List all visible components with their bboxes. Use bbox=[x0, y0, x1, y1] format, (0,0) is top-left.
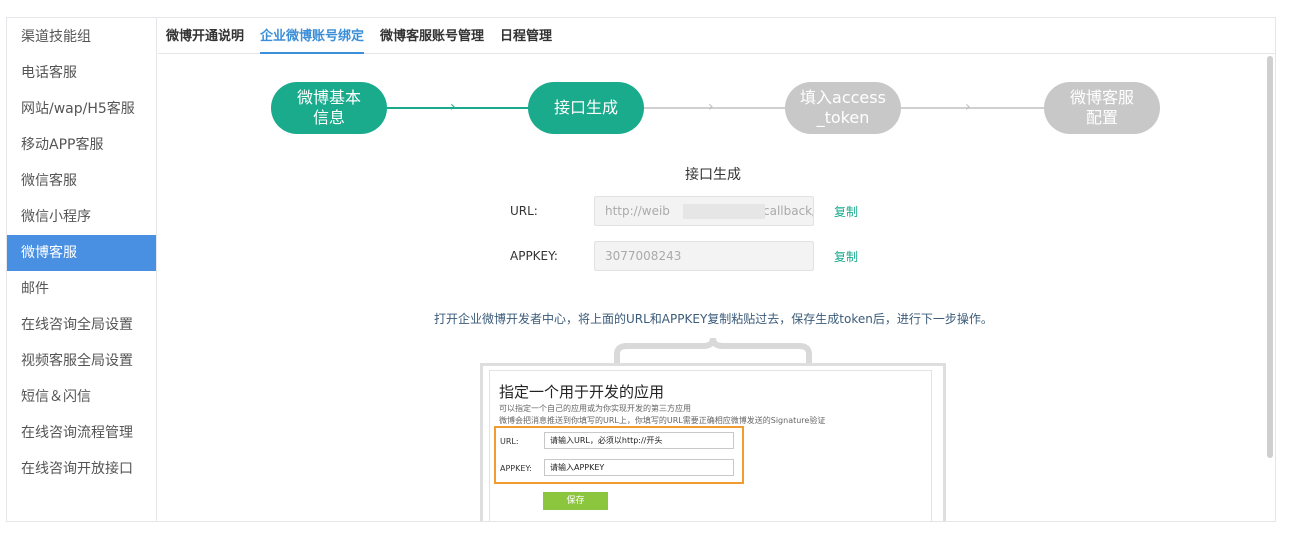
sidebar-item-wechat-service[interactable]: 微信客服 bbox=[7, 163, 156, 199]
url-label: URL: bbox=[510, 204, 538, 218]
sidebar: 渠道技能组 电话客服 网站/wap/H5客服 移动APP客服 微信客服 微信小程… bbox=[7, 18, 157, 521]
highlight-box: URL: 请输入URL，必须以http://开头 APPKEY: 请输入APPK… bbox=[494, 426, 744, 484]
example-desc-1: 可以指定一个自己的应用或为你实现开发的第三方应用 bbox=[499, 404, 691, 413]
step-connector bbox=[901, 107, 1044, 109]
settings-panel: 渠道技能组 电话客服 网站/wap/H5客服 移动APP客服 微信客服 微信小程… bbox=[6, 17, 1276, 522]
tab-bar: 微博开通说明 企业微博账号绑定 微博客服账号管理 日程管理 bbox=[158, 18, 1275, 54]
copy-url-button[interactable]: 复制 bbox=[834, 203, 858, 220]
tab-schedule-management[interactable]: 日程管理 bbox=[500, 18, 552, 54]
example-app-form: 指定一个用于开发的应用 可以指定一个自己的应用或为你实现开发的第三方应用 微博会… bbox=[489, 370, 932, 521]
sidebar-item-weibo-service[interactable]: 微博客服 bbox=[7, 235, 156, 271]
example-appkey-label: APPKEY: bbox=[500, 464, 532, 473]
tab-weibo-intro[interactable]: 微博开通说明 bbox=[166, 18, 244, 54]
example-url-input: 请输入URL，必须以http://开头 bbox=[544, 432, 734, 449]
example-save-button: 保存 bbox=[543, 492, 608, 510]
example-title: 指定一个用于开发的应用 bbox=[499, 383, 665, 401]
tab-weibo-account-binding[interactable]: 企业微博账号绑定 bbox=[260, 18, 365, 54]
appkey-label: APPKEY: bbox=[510, 249, 558, 263]
chevron-right-icon: › bbox=[450, 99, 456, 115]
sidebar-item-email[interactable]: 邮件 bbox=[7, 271, 156, 307]
chevron-right-icon: › bbox=[708, 99, 714, 115]
appkey-field[interactable]: 3077008243 bbox=[594, 241, 814, 271]
example-desc-2: 微博会把消息推送到你填写的URL上，你填写的URL需要正确相应微博发送的Sign… bbox=[499, 416, 826, 425]
section-title: 接口生成 bbox=[685, 167, 741, 183]
step-api-generation: 接口生成 bbox=[528, 82, 644, 134]
copy-appkey-button[interactable]: 复制 bbox=[834, 248, 858, 265]
sidebar-item-app-service[interactable]: 移动APP客服 bbox=[7, 127, 156, 163]
sidebar-item-phone-service[interactable]: 电话客服 bbox=[7, 55, 156, 91]
step-fill-access-token: 填入access _token bbox=[785, 82, 901, 134]
example-url-label: URL: bbox=[500, 437, 519, 446]
progress-steps: 微博基本 信息 › 接口生成 › 填入access _token › 微博客服 … bbox=[158, 54, 1263, 154]
example-screenshot: 指定一个用于开发的应用 可以指定一个自己的应用或为你实现开发的第三方应用 微博会… bbox=[480, 363, 946, 521]
sidebar-item-video-global-settings[interactable]: 视频客服全局设置 bbox=[7, 343, 156, 379]
brace-icon bbox=[614, 337, 812, 366]
tab-weibo-agent-accounts[interactable]: 微博客服账号管理 bbox=[380, 18, 484, 54]
url-field[interactable]: http://weibom/callback/614 bbox=[594, 196, 814, 226]
step-connector bbox=[387, 107, 528, 109]
sidebar-item-online-open-api[interactable]: 在线咨询开放接口 bbox=[7, 451, 156, 487]
sidebar-item-online-global-settings[interactable]: 在线咨询全局设置 bbox=[7, 307, 156, 343]
step-weibo-basic-info: 微博基本 信息 bbox=[271, 82, 387, 134]
url-value-start: http://weib bbox=[605, 204, 670, 218]
sidebar-item-wechat-miniprogram[interactable]: 微信小程序 bbox=[7, 199, 156, 235]
main-content: 微博开通说明 企业微博账号绑定 微博客服账号管理 日程管理 微博基本 信息 › … bbox=[158, 18, 1275, 521]
sidebar-item-online-flow-management[interactable]: 在线咨询流程管理 bbox=[7, 415, 156, 451]
chevron-right-icon: › bbox=[965, 99, 971, 115]
step-weibo-service-config: 微博客服 配置 bbox=[1044, 82, 1160, 134]
sidebar-item-channel-skill-group[interactable]: 渠道技能组 bbox=[7, 19, 156, 55]
example-appkey-input: 请输入APPKEY bbox=[544, 459, 734, 476]
sidebar-item-sms[interactable]: 短信＆闪信 bbox=[7, 379, 156, 415]
vertical-scrollbar[interactable] bbox=[1267, 56, 1273, 458]
step-connector bbox=[644, 107, 785, 109]
sidebar-item-web-service[interactable]: 网站/wap/H5客服 bbox=[7, 91, 156, 127]
instruction-text: 打开企业微博开发者中心，将上面的URL和APPKEY复制粘贴过去，保存生成tok… bbox=[434, 312, 993, 326]
redaction-mask bbox=[683, 204, 765, 219]
